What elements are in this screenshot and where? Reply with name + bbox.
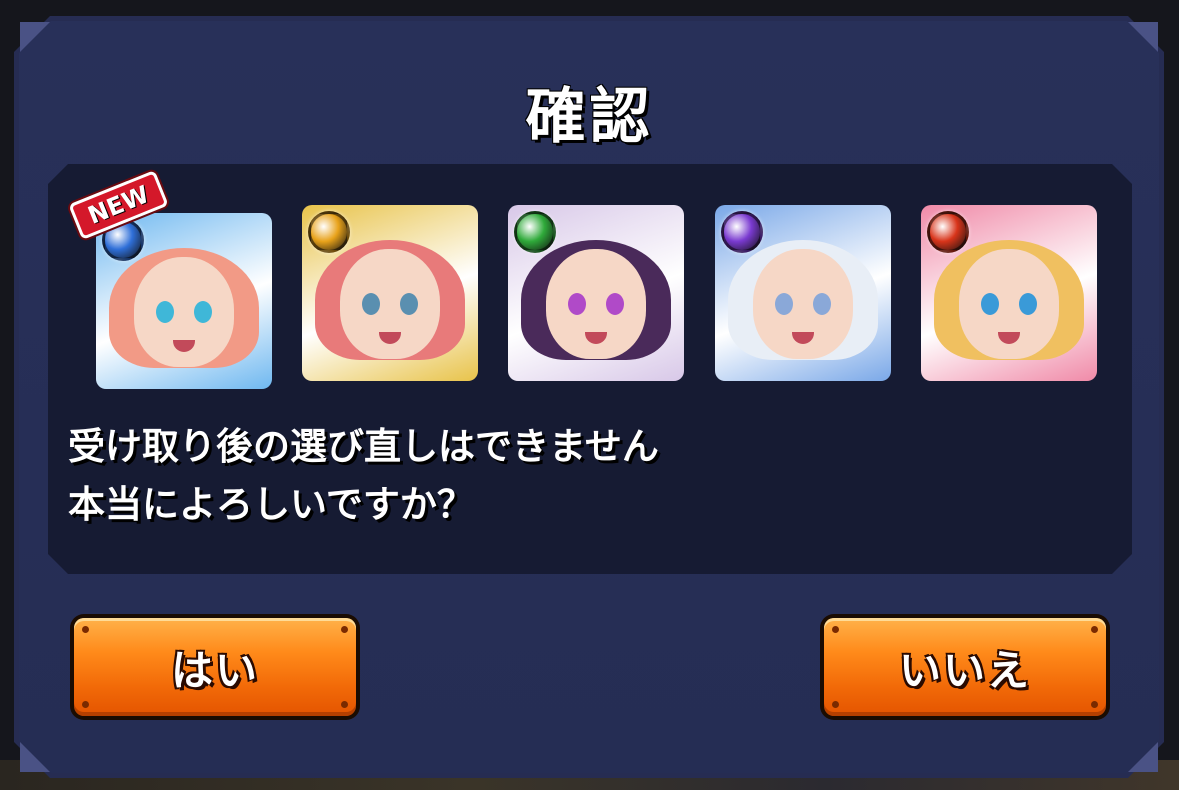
rivet-icon <box>341 701 348 708</box>
eye-shape <box>1019 293 1037 315</box>
no-button-label: いいえ <box>898 645 1031 695</box>
no-button-face[interactable]: いいえ <box>824 618 1106 716</box>
character-4-portrait <box>715 205 891 381</box>
game-screen: 確認 NEW 受け取り後の選び直しはできません 本当によろしいですか？ はい い… <box>0 0 1179 790</box>
character-5-portrait <box>921 205 1097 381</box>
yes-button[interactable]: はい <box>70 614 360 720</box>
fire-element-icon <box>927 211 969 253</box>
eye-shape <box>813 293 831 315</box>
message-line: 受け取り後の選び直しはできません <box>68 425 659 468</box>
eye-shape <box>606 293 624 315</box>
yes-button-label: はい <box>170 645 259 695</box>
eye-shape <box>362 293 380 315</box>
dialog-title: 確認 <box>525 82 654 152</box>
light-element-icon <box>308 211 350 253</box>
rivet-icon <box>82 626 89 633</box>
character-3-portrait <box>508 205 684 381</box>
character-2-portrait <box>302 205 478 381</box>
eye-shape <box>194 301 212 323</box>
character-list <box>96 205 1098 390</box>
rivet-icon <box>832 701 839 708</box>
eye-shape <box>400 293 418 315</box>
rivet-icon <box>832 626 839 633</box>
yes-button-face[interactable]: はい <box>74 618 356 716</box>
rivet-icon <box>82 701 89 708</box>
eye-shape <box>568 293 586 315</box>
rivet-icon <box>341 626 348 633</box>
character-1-portrait <box>96 213 272 389</box>
rivet-icon <box>1091 701 1098 708</box>
eye-shape <box>981 293 999 315</box>
no-button[interactable]: いいえ <box>820 614 1110 720</box>
wood-element-icon <box>514 211 556 253</box>
eye-shape <box>775 293 793 315</box>
confirmation-message: 受け取り後の選び直しはできません 本当によろしいですか？ <box>68 418 1108 534</box>
message-line: 本当によろしいですか？ <box>68 483 474 526</box>
dark-element-icon <box>721 211 763 253</box>
eye-shape <box>156 301 174 323</box>
rivet-icon <box>1091 626 1098 633</box>
